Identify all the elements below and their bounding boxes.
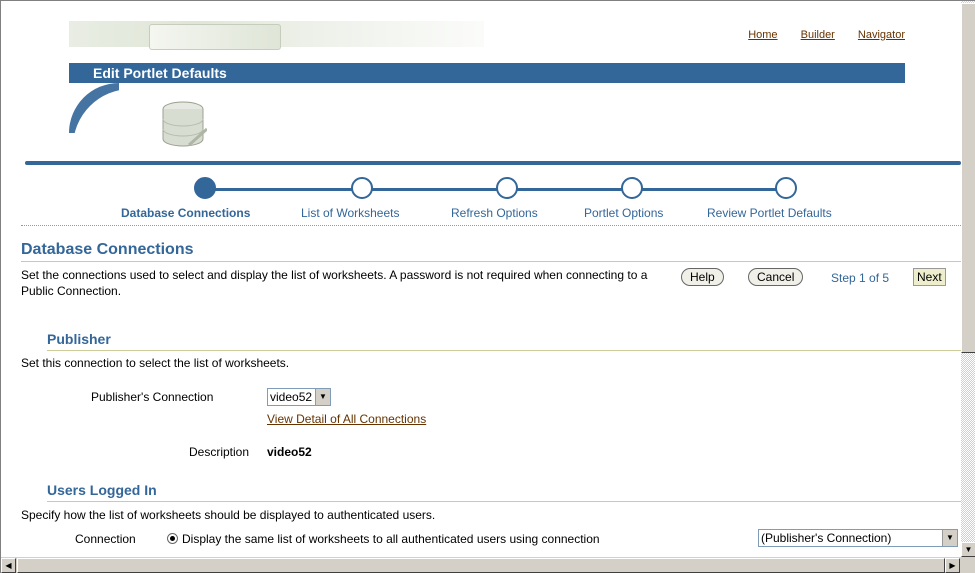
oracle-logo (149, 24, 281, 50)
section-rule (21, 261, 961, 262)
step-indicator: Step 1 of 5 (831, 271, 890, 285)
builder-link[interactable]: Builder (801, 29, 835, 41)
users-connection-value: (Publisher's Connection) (761, 531, 892, 545)
step-list-of-worksheets[interactable]: List of Worksheets (301, 206, 399, 220)
publisher-instructions: Set this connection to select the list o… (21, 356, 290, 370)
title-curve-decoration (69, 83, 119, 133)
database-icon (162, 101, 207, 147)
step-database-connections: Database Connections (121, 206, 251, 220)
scroll-left-icon[interactable]: ◀ (1, 558, 16, 573)
users-title: Users Logged In (47, 482, 157, 498)
page-title: Edit Portlet Defaults (93, 65, 227, 81)
publisher-connection-label: Publisher's Connection (91, 390, 214, 404)
page: Home Builder Navigator Edit Portlet Defa… (9, 1, 961, 557)
train-stop-list-of-worksheets[interactable] (351, 177, 373, 199)
users-rule (47, 501, 961, 502)
train-stop-database-connections (194, 177, 216, 199)
scroll-down-icon[interactable]: ▼ (961, 542, 975, 557)
section-title: Database Connections (21, 241, 194, 258)
train-divider (21, 225, 961, 226)
view-all-connections-link[interactable]: View Detail of All Connections (267, 412, 426, 426)
horizontal-scroll-thumb[interactable] (17, 558, 945, 573)
step-portlet-options[interactable]: Portlet Options (584, 206, 663, 220)
header-rule (25, 161, 961, 165)
scrollbar-corner (961, 557, 975, 573)
global-nav: Home Builder Navigator (728, 29, 905, 41)
users-instructions: Specify how the list of worksheets shoul… (21, 508, 436, 522)
publisher-connection-select[interactable]: video52 * ▼ (267, 388, 331, 406)
step-refresh-options[interactable]: Refresh Options (451, 206, 538, 220)
publisher-title: Publisher (47, 331, 111, 347)
browser-content: Home Builder Navigator Edit Portlet Defa… (0, 0, 975, 573)
dropdown-arrow-icon: ▼ (315, 389, 330, 405)
vertical-scrollbar[interactable]: ▼ (961, 1, 975, 557)
section-description: Set the connections used to select and d… (21, 268, 648, 298)
step-review-portlet-defaults[interactable]: Review Portlet Defaults (707, 206, 832, 220)
train-stop-portlet-options[interactable] (621, 177, 643, 199)
cancel-button[interactable]: Cancel (748, 268, 804, 286)
users-connection-label: Connection (75, 532, 136, 546)
same-list-radio-label: Display the same list of worksheets to a… (182, 532, 600, 546)
train-stop-review-portlet-defaults[interactable] (775, 177, 797, 199)
page-title-bar: Edit Portlet Defaults (69, 63, 905, 83)
scroll-right-icon[interactable]: ▶ (945, 558, 960, 573)
help-button[interactable]: Help (681, 268, 724, 286)
same-list-radio[interactable] (167, 533, 178, 544)
horizontal-scrollbar[interactable]: ◀ ▶ (1, 557, 961, 573)
users-connection-select[interactable]: (Publisher's Connection) ▼ (758, 529, 958, 547)
next-button[interactable]: Next (913, 268, 946, 286)
navigator-link[interactable]: Navigator (858, 29, 905, 41)
description-label: Description (189, 445, 250, 459)
publisher-rule (47, 350, 961, 351)
train-stop-refresh-options[interactable] (496, 177, 518, 199)
vertical-scroll-thumb[interactable] (961, 3, 975, 353)
publisher-connection-value: video52 * (270, 390, 321, 404)
home-link[interactable]: Home (748, 29, 777, 41)
dropdown-arrow-icon: ▼ (942, 530, 957, 546)
description-value: video52 (267, 445, 312, 459)
